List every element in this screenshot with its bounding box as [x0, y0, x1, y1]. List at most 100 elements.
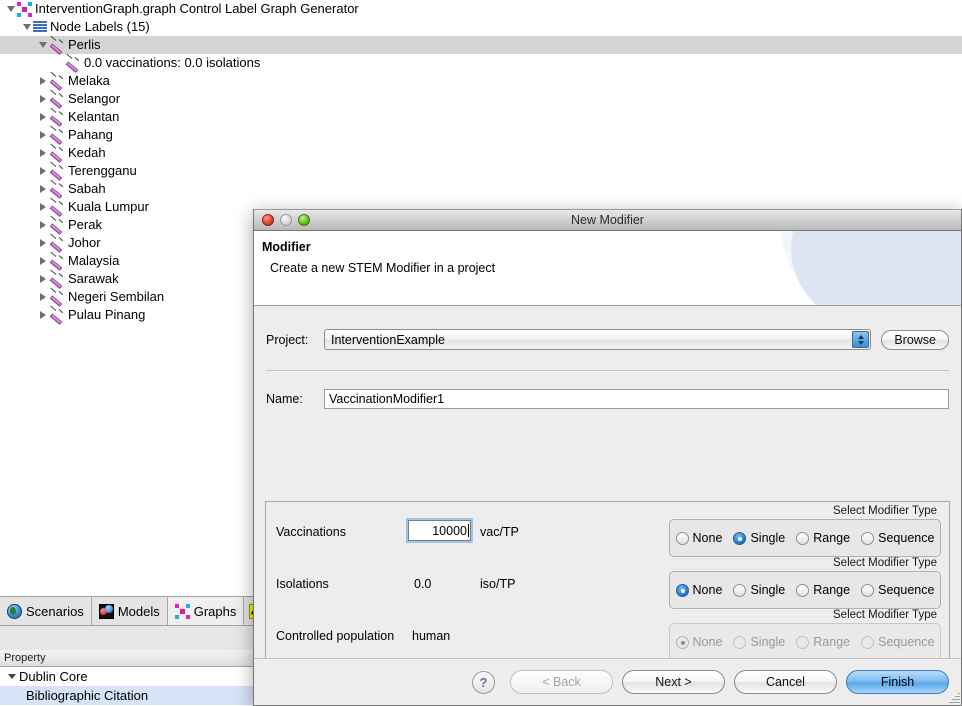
tree-row-perlis-detail[interactable]: 0.0 vaccinations: 0.0 isolations	[0, 53, 962, 73]
graph-icon	[17, 1, 32, 17]
property-row-label: Bibliographic Citation	[26, 688, 149, 703]
twisty-closed-icon[interactable]	[38, 72, 49, 90]
syringe-icon	[49, 107, 65, 127]
minimize-icon[interactable]	[280, 214, 292, 226]
twisty-closed-icon[interactable]	[38, 126, 49, 144]
help-button[interactable]: ?	[472, 670, 495, 694]
radio-none[interactable]: None	[675, 531, 722, 545]
radio-sequence[interactable]: Sequence	[861, 583, 934, 597]
twisty-open-icon[interactable]	[8, 674, 16, 679]
modifier-type-caption: Select Modifier Type	[825, 505, 941, 517]
radio-icon[interactable]	[861, 531, 875, 545]
tree-row-label: 0.0 vaccinations: 0.0 isolations	[84, 55, 261, 70]
resize-grip-icon[interactable]	[947, 691, 960, 704]
twisty-closed-icon[interactable]	[38, 270, 49, 288]
tree-row-node[interactable]: Pahang	[0, 125, 962, 145]
tab-graphs[interactable]: Graphs	[167, 597, 245, 625]
param-row-isolations: Isolations 0.0 iso/TP Select Modifier Ty…	[266, 557, 949, 612]
radio-icon[interactable]	[796, 583, 810, 597]
twisty-closed-icon[interactable]	[38, 252, 49, 270]
twisty-closed-icon[interactable]	[38, 144, 49, 162]
dialog-title-bar[interactable]: New Modifier	[254, 209, 961, 231]
next-button[interactable]: Next >	[622, 670, 725, 694]
tree-row-node[interactable]: Selangor	[0, 89, 962, 109]
finish-button[interactable]: Finish	[846, 670, 949, 694]
radio-icon-selected[interactable]	[733, 531, 747, 545]
graph-icon	[174, 603, 190, 619]
tree-row-label: Kelantan	[68, 109, 120, 124]
twisty-closed-icon[interactable]	[38, 180, 49, 198]
tree-row-label: Pulau Pinang	[68, 307, 146, 322]
stepper-icon[interactable]	[852, 331, 870, 348]
browse-button[interactable]: Browse	[881, 329, 949, 350]
radio-sequence: Sequence	[861, 635, 934, 649]
twisty-open-icon[interactable]	[6, 0, 17, 18]
radio-icon[interactable]	[675, 531, 689, 545]
syringe-icon	[49, 35, 65, 55]
radio-icon[interactable]	[796, 531, 810, 545]
syringe-icon	[49, 161, 65, 181]
dialog-body: Project: InterventionExample Browse Name…	[254, 306, 961, 673]
radio-range: Range	[796, 635, 850, 649]
radio-label: None	[692, 635, 723, 649]
radio-range[interactable]: Range	[796, 583, 850, 597]
window-controls[interactable]	[254, 214, 310, 226]
tree-row-node[interactable]: Melaka	[0, 71, 962, 91]
twisty-open-icon[interactable]	[22, 18, 33, 36]
twisty-closed-icon[interactable]	[38, 90, 49, 108]
radio-single[interactable]: Single	[733, 531, 785, 545]
tree-row-root[interactable]: InterventionGraph.graph Control Label Gr…	[0, 0, 962, 18]
twisty-closed-icon[interactable]	[38, 234, 49, 252]
tab-models[interactable]: Models	[91, 597, 168, 625]
radio-label: Sequence	[878, 583, 935, 597]
tree-row-label: Malaysia	[68, 253, 120, 268]
project-combobox[interactable]: InterventionExample	[324, 329, 872, 350]
tab-scenarios[interactable]: Scenarios	[0, 597, 92, 625]
tree-row-node-labels[interactable]: Node Labels (15)	[0, 18, 962, 36]
syringe-icon	[49, 287, 65, 307]
twisty-open-icon[interactable]	[38, 36, 49, 54]
twisty-closed-icon[interactable]	[38, 216, 49, 234]
dialog-banner: Modifier Create a new STEM Modifier in a…	[254, 231, 961, 306]
modifier-type-group-isolations[interactable]: None Single Range Sequence	[669, 571, 941, 609]
radio-none[interactable]: None	[675, 583, 722, 597]
tree-row-node[interactable]: Kedah	[0, 143, 962, 163]
radio-icon-selected	[675, 635, 689, 649]
tree-row-node[interactable]: Kelantan	[0, 107, 962, 127]
zoom-icon[interactable]	[298, 214, 310, 226]
close-icon[interactable]	[262, 214, 274, 226]
twisty-closed-icon[interactable]	[38, 162, 49, 180]
dialog-title: New Modifier	[571, 213, 644, 227]
radio-single[interactable]: Single	[733, 583, 785, 597]
radio-sequence[interactable]: Sequence	[861, 531, 934, 545]
param-label: Controlled population	[276, 629, 395, 643]
modifier-type-caption: Select Modifier Type	[825, 557, 941, 569]
twisty-closed-icon[interactable]	[38, 306, 49, 324]
new-modifier-dialog[interactable]: New Modifier Modifier Create a new STEM …	[253, 209, 962, 706]
name-input-value: VaccinationModifier1	[329, 392, 445, 406]
models-icon	[98, 603, 114, 619]
cancel-button[interactable]: Cancel	[734, 670, 837, 694]
modifier-type-group-vaccinations[interactable]: None Single Range Sequence	[669, 519, 941, 557]
tree-row-label: Melaka	[68, 73, 110, 88]
twisty-closed-icon[interactable]	[38, 198, 49, 216]
radio-icon[interactable]	[861, 583, 875, 597]
name-input[interactable]: VaccinationModifier1	[324, 389, 949, 409]
tree-row-label: Negeri Sembilan	[68, 289, 165, 304]
tree-row-node[interactable]: Terengganu	[0, 161, 962, 181]
radio-icon[interactable]	[733, 583, 747, 597]
twisty-closed-icon[interactable]	[38, 288, 49, 306]
tree-row-label: InterventionGraph.graph Control Label Gr…	[35, 1, 359, 16]
banner-heading: Modifier	[262, 240, 311, 254]
tree-row-perlis[interactable]: Perlis	[0, 35, 962, 55]
radio-icon-selected[interactable]	[675, 583, 689, 597]
tree-row-label: Terengganu	[68, 163, 137, 178]
radio-range[interactable]: Range	[796, 531, 850, 545]
twisty-closed-icon[interactable]	[38, 108, 49, 126]
vaccinations-input[interactable]: 10000	[408, 520, 471, 541]
chevron-down-icon[interactable]	[857, 340, 864, 345]
back-button[interactable]: < Back	[510, 670, 613, 694]
radio-icon	[796, 635, 810, 649]
tree-row-node[interactable]: Sabah	[0, 179, 962, 199]
chevron-up-icon[interactable]	[857, 334, 864, 339]
